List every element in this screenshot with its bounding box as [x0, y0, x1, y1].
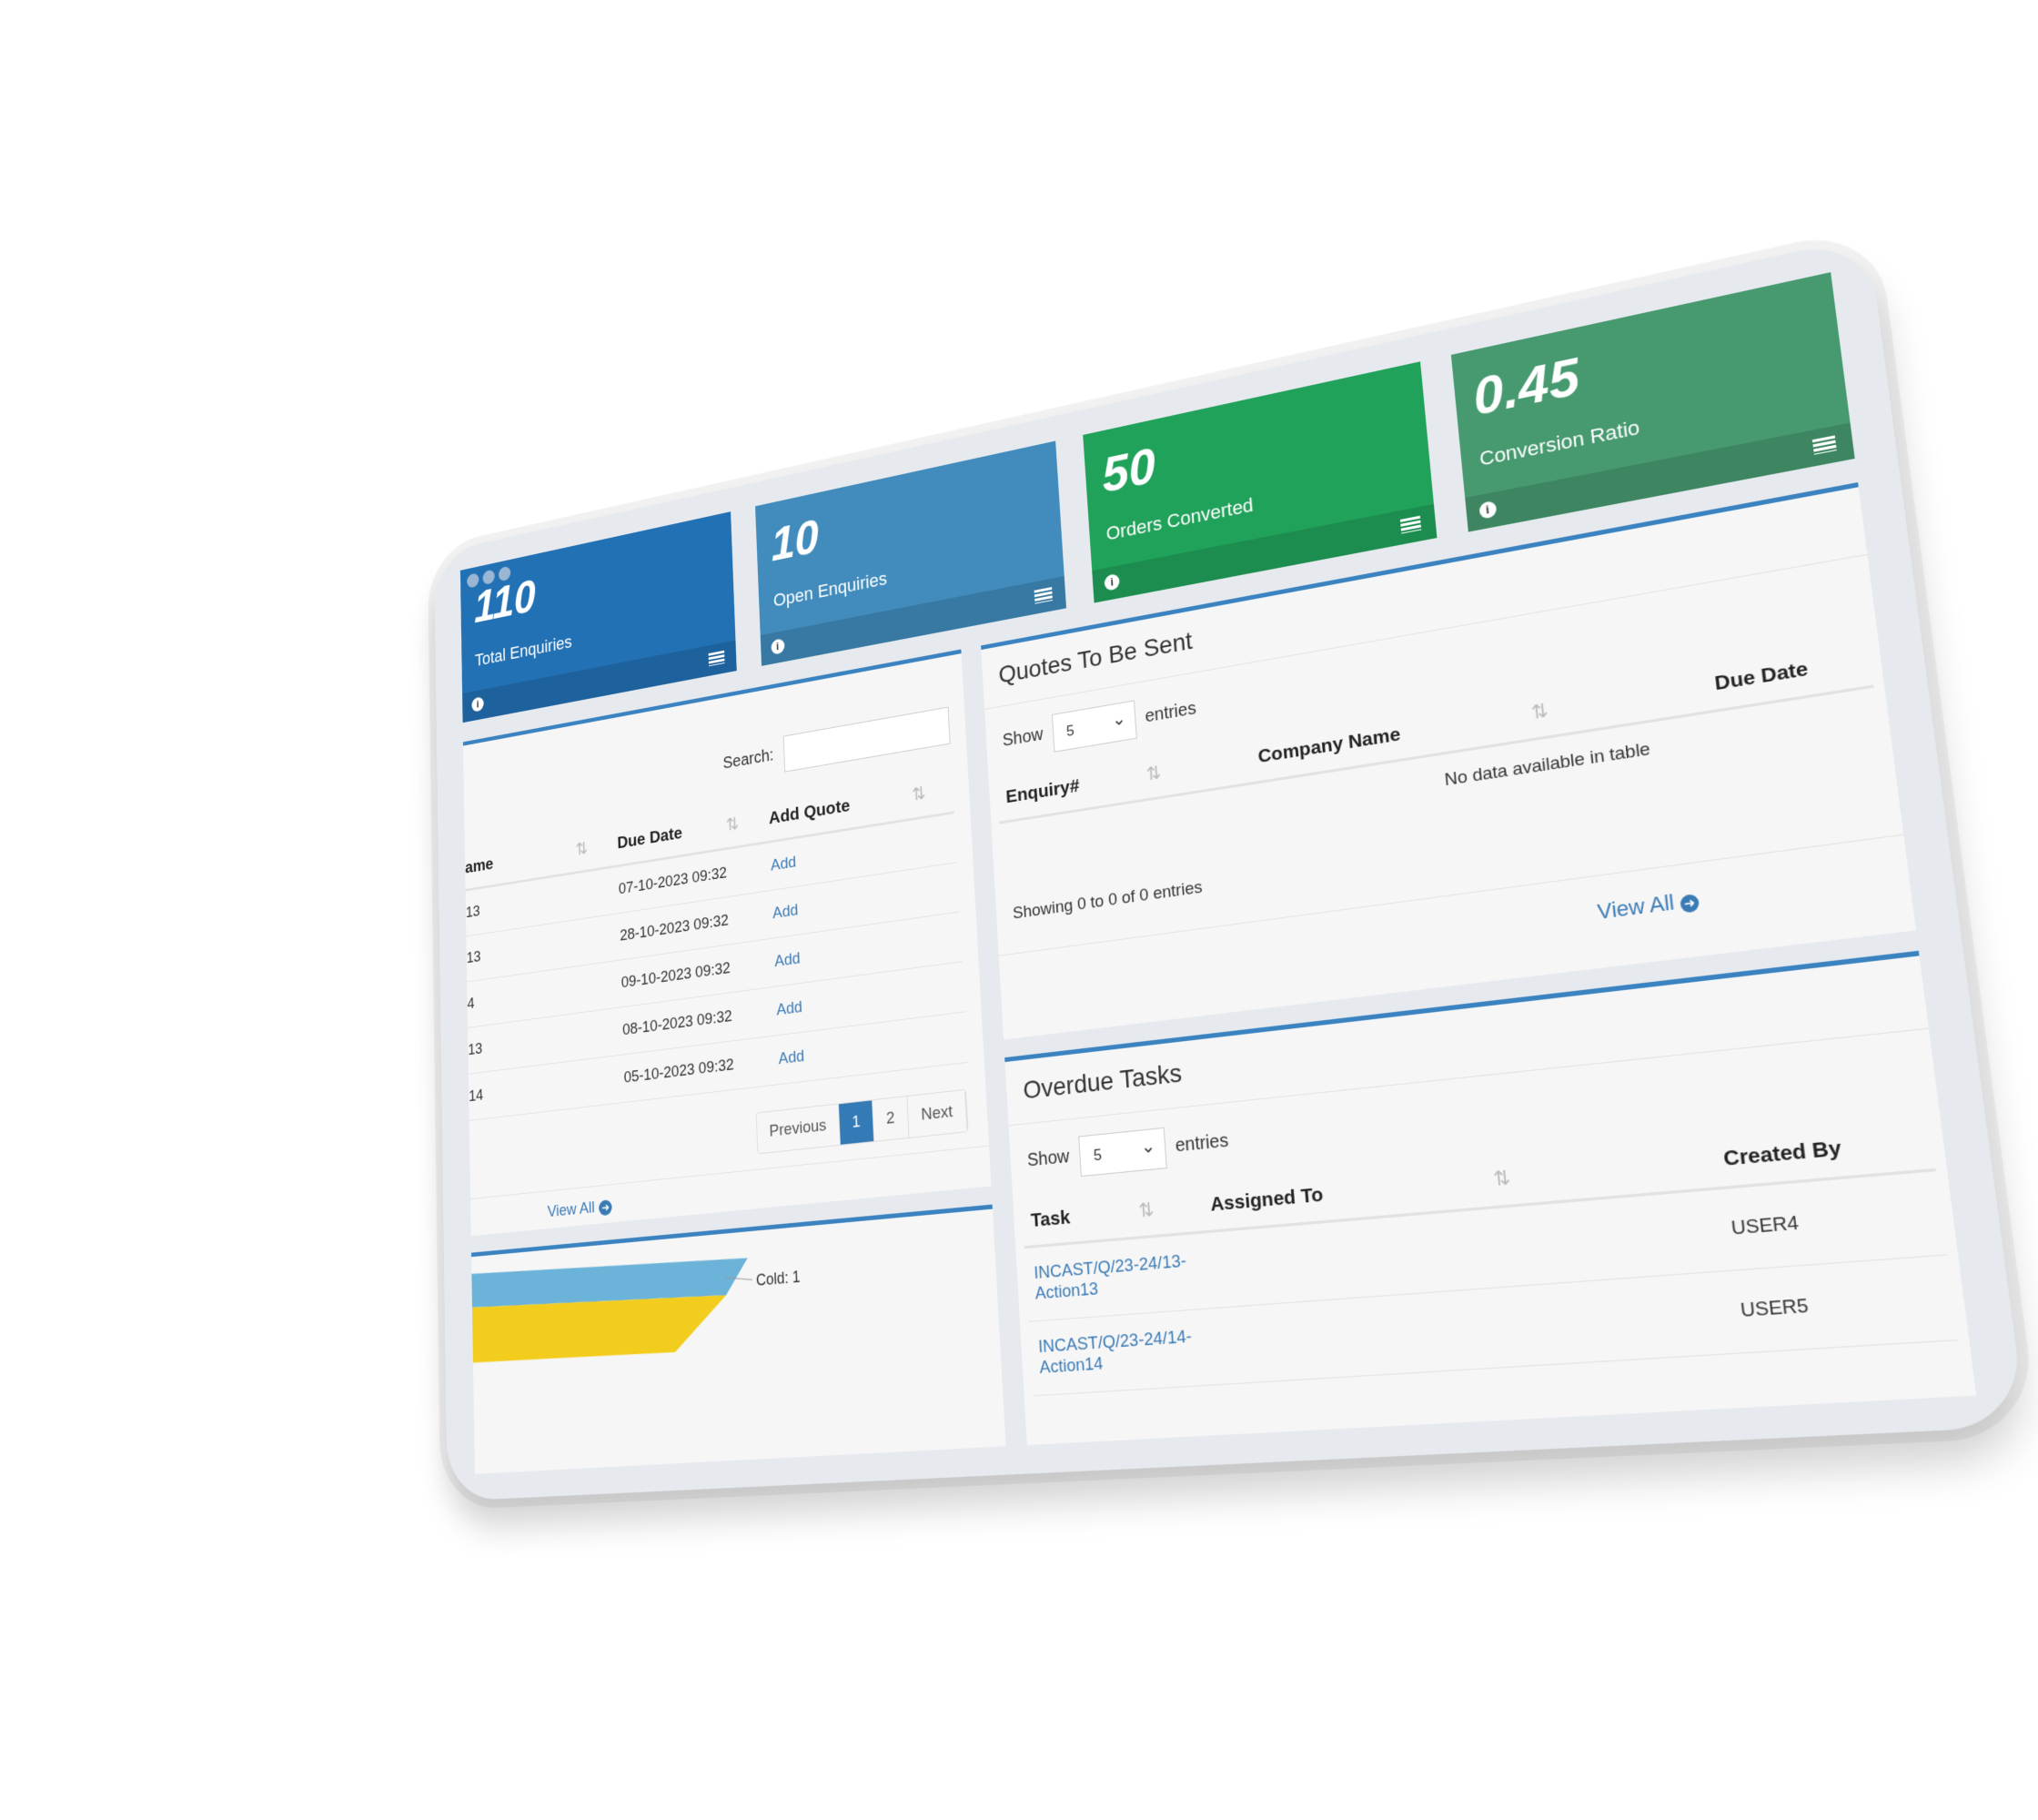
table-info: Showing 0 to 0 of 0 entries	[1012, 877, 1204, 924]
info-icon[interactable]: i	[1104, 572, 1120, 592]
card-value: 10	[770, 510, 821, 572]
arrow-circle-right-icon: ➜	[599, 1199, 612, 1217]
card-conversion-ratio[interactable]: 0.45 Conversion Ratio i	[1450, 272, 1855, 532]
quotes-title: Quotes To Be Sent	[997, 626, 1194, 689]
previous-button[interactable]: Previous	[756, 1104, 841, 1154]
card-total-enquiries[interactable]: 110 Total Enquiries i	[459, 511, 737, 723]
pagination: Previous 1 2 Next	[755, 1088, 969, 1155]
task-link[interactable]: INCAST/Q/23-24/14-Action14	[1038, 1327, 1193, 1378]
funnel-panel: Cold: 1	[464, 1204, 1009, 1474]
add-quote-link[interactable]: Add	[771, 854, 797, 875]
funnel-chart: Cold: 1	[464, 1249, 801, 1368]
list-icon[interactable]	[708, 650, 725, 667]
page-1-button[interactable]: 1	[838, 1100, 875, 1145]
entries-label: entries	[1175, 1130, 1229, 1157]
device-frame: 110 Total Enquiries i 10 Open Enquiries …	[434, 235, 2027, 1502]
show-label: Show	[1026, 1147, 1071, 1171]
funnel-label: Cold: 1	[756, 1269, 801, 1289]
info-icon[interactable]: i	[1478, 500, 1497, 521]
info-icon[interactable]: i	[471, 696, 484, 713]
list-icon[interactable]	[1811, 435, 1837, 455]
page-2-button[interactable]: 2	[873, 1096, 910, 1141]
device-mockup: 110 Total Enquiries i 10 Open Enquiries …	[434, 235, 2027, 1502]
info-icon[interactable]: i	[770, 638, 785, 656]
overdue-title: Overdue Tasks	[1022, 1058, 1183, 1105]
card-label: Total Enquiries	[474, 631, 572, 671]
add-quote-link[interactable]: Add	[776, 998, 802, 1019]
arrow-circle-right-icon: ➜	[1680, 893, 1700, 914]
show-label: Show	[1002, 724, 1044, 751]
page-size-select[interactable]: 5	[1051, 700, 1137, 753]
card-orders-converted[interactable]: 50 Orders Converted i	[1083, 361, 1437, 603]
card-label: Conversion Ratio	[1478, 415, 1641, 470]
enquiries-panel: Search: ame⇅ Due Date ⇅ Add Quote⇅ 13 07-1…	[459, 649, 992, 1237]
add-quote-link[interactable]: Add	[778, 1047, 804, 1068]
list-icon[interactable]	[1399, 515, 1421, 534]
search-input[interactable]	[782, 706, 951, 773]
card-label: Open Enquiries	[772, 567, 888, 612]
entries-label: entries	[1144, 698, 1197, 727]
quotes-table: Enquiry#⇅ Company Name⇅ Due Date No data…	[996, 632, 1881, 873]
enquiries-table: ame⇅ Due Date ⇅ Add Quote⇅ 13 07-10-2023 0…	[459, 765, 968, 1122]
overdue-tasks-panel: Overdue Tasks Show 5 entries Task⇅ Assig…	[1004, 950, 1977, 1474]
card-open-enquiries[interactable]: 10 Open Enquiries i	[754, 440, 1067, 666]
dashboard: 110 Total Enquiries i 10 Open Enquiries …	[459, 272, 1977, 1474]
card-label: Orders Converted	[1105, 493, 1255, 545]
card-value: 0.45	[1470, 347, 1582, 427]
add-quote-link[interactable]: Add	[774, 949, 801, 970]
next-button[interactable]: Next	[907, 1089, 968, 1138]
view-all-link[interactable]: View All ➜	[1596, 886, 1700, 925]
search-label: Search:	[722, 745, 774, 774]
card-value: 50	[1100, 437, 1158, 504]
task-link[interactable]: INCAST/Q/23-24/13-Action13	[1034, 1251, 1187, 1304]
page-size-select[interactable]: 5	[1077, 1127, 1167, 1178]
add-quote-link[interactable]: Add	[772, 901, 799, 923]
view-all-link[interactable]: View All ➜	[548, 1197, 612, 1222]
list-icon[interactable]	[1034, 587, 1054, 604]
